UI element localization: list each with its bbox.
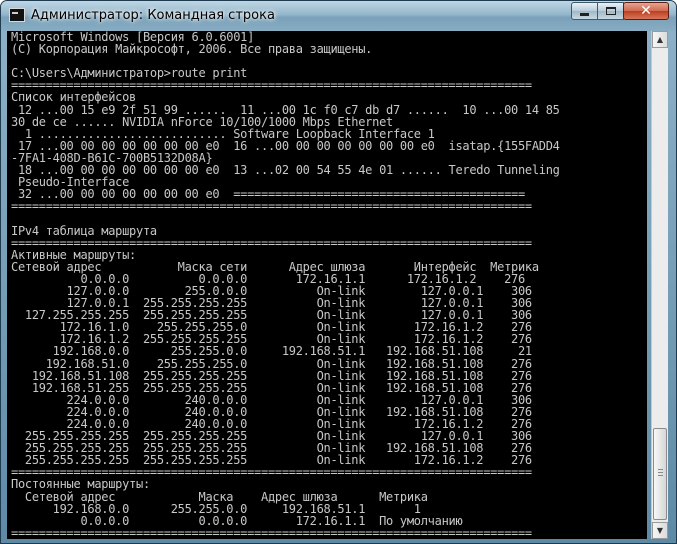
console-text: Microsoft Windows [Версия 6.0.6001] (C) … [7, 31, 647, 539]
cmd-icon[interactable] [9, 8, 25, 22]
console-line: ========================================… [11, 525, 532, 539]
console-line: ========================================… [11, 199, 532, 214]
scroll-down-button[interactable]: ▼ [652, 522, 668, 539]
grip-icon [658, 469, 663, 477]
arrow-down-icon: ▼ [656, 526, 664, 535]
maximize-icon [605, 7, 616, 15]
console-output[interactable]: Microsoft Windows [Версия 6.0.6001] (C) … [7, 31, 647, 539]
console-window: Администратор: Командная строка ✕ Micros… [0, 0, 677, 544]
window-title: Администратор: Командная строка [31, 8, 275, 23]
console-line: (C) Корпорация Майкрософт, 2006. Все пра… [11, 42, 373, 57]
close-icon: ✕ [640, 3, 652, 19]
scroll-track[interactable] [652, 48, 668, 522]
vertical-scrollbar[interactable]: ▲ ▼ [651, 31, 668, 539]
minimize-button[interactable] [571, 2, 598, 20]
maximize-button[interactable] [597, 2, 624, 20]
close-button[interactable]: ✕ [623, 2, 669, 20]
title-bar[interactable]: Администратор: Командная строка ✕ [1, 1, 676, 31]
scroll-up-button[interactable]: ▲ [652, 31, 668, 48]
scroll-thumb[interactable] [653, 428, 667, 520]
minimize-icon [580, 12, 589, 16]
arrow-up-icon: ▲ [656, 35, 664, 44]
